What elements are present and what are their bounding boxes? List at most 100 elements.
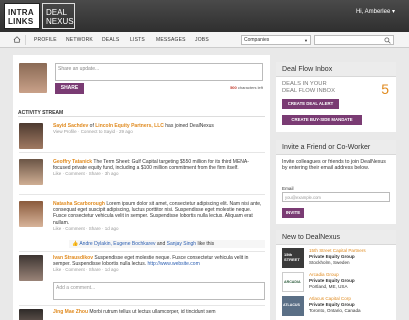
invite-title: Invite a Friend or Co-Worker bbox=[276, 140, 396, 155]
deals-count[interactable]: 5 bbox=[381, 81, 389, 97]
like-link[interactable]: Like bbox=[53, 226, 61, 231]
company-logo: ATLACUS bbox=[282, 296, 304, 316]
company-logo: ARCADIA bbox=[282, 272, 304, 292]
company-type: Private Equity Group bbox=[309, 302, 355, 307]
chevron-down-icon: ▼ bbox=[304, 38, 308, 43]
comment-link[interactable]: Comment bbox=[65, 267, 85, 272]
user-greeting: Hi, Amberlee bbox=[355, 9, 391, 15]
nav-network[interactable]: NETWORK bbox=[66, 37, 93, 43]
activity-author[interactable]: Sayid Sachdev bbox=[53, 123, 88, 129]
divider bbox=[18, 116, 265, 117]
intralinks-logo[interactable]: INTRA LINKS bbox=[4, 3, 40, 29]
company-info: Atlacus Capital Corp Private Equity Grou… bbox=[309, 296, 393, 314]
likes-text: and bbox=[155, 241, 167, 247]
avatar[interactable] bbox=[19, 159, 43, 185]
nav-deals[interactable]: DEALS bbox=[102, 37, 119, 43]
avatar[interactable] bbox=[19, 309, 43, 320]
company-name-link[interactable]: Atlacus Capital Corp bbox=[309, 296, 351, 301]
activity-author[interactable]: Geoffry Tatanick bbox=[53, 159, 92, 165]
activity-meta: Like · Comment · Share · 3h ago bbox=[53, 171, 119, 177]
divider bbox=[19, 152, 265, 153]
company-name-link[interactable]: Arcadia Group bbox=[309, 272, 339, 277]
activity-meta: View Profile · Connect to Sayid · 29 ago bbox=[53, 129, 133, 135]
status-update-placeholder: Share an update... bbox=[58, 66, 100, 72]
activity-author[interactable]: Ivan Strausdikov bbox=[53, 255, 93, 261]
divider bbox=[19, 194, 265, 195]
company-location: Toronto, Ontario, Canada bbox=[309, 308, 361, 313]
activity-body: Jing Mae Zhou Morbi rutrum tellus ut lec… bbox=[53, 309, 265, 315]
company-logo-text: 15th STREET bbox=[284, 252, 300, 262]
top-bar: INTRA LINKS DEAL NEXUS Hi, Amberlee ▾ bbox=[0, 0, 409, 32]
deals-label-line: DEALS IN YOUR bbox=[282, 81, 327, 87]
timestamp: 29 ago bbox=[118, 129, 133, 135]
timestamp: 1d ago bbox=[104, 225, 119, 231]
search-scope-select[interactable]: Companies ▼ bbox=[241, 35, 311, 45]
deals-label-line: DEAL FLOW INBOX bbox=[282, 87, 335, 94]
search-icon[interactable] bbox=[384, 37, 391, 44]
company-logo: 15th STREET bbox=[282, 248, 304, 268]
new-members-title: New to DealNexus bbox=[276, 230, 396, 245]
create-deal-alert-button[interactable]: CREATE DEAL ALERT bbox=[282, 99, 339, 109]
share-link[interactable]: Share bbox=[89, 267, 101, 272]
likers-link[interactable]: Andre Dylakin, Eugene Bochkarev bbox=[79, 241, 155, 247]
activity-meta: Like · Comment · Share · 1d ago bbox=[53, 267, 119, 273]
share-link[interactable]: Share bbox=[89, 171, 101, 176]
deal-flow-title: Deal Flow Inbox bbox=[276, 62, 396, 77]
share-button[interactable]: SHARE bbox=[55, 83, 84, 94]
company-name-link[interactable]: 15th Street Capital Partners bbox=[309, 248, 366, 253]
connect-link[interactable]: Connect to Sayid bbox=[81, 129, 115, 134]
email-field[interactable]: you@example.com bbox=[282, 192, 390, 202]
view-profile-link[interactable]: View Profile bbox=[53, 129, 77, 134]
divider bbox=[19, 251, 265, 252]
search-input[interactable] bbox=[314, 35, 394, 45]
main-column: Share an update... SHARE 500 characters … bbox=[13, 55, 270, 320]
dealnexus-logo[interactable]: DEAL NEXUS bbox=[42, 3, 75, 29]
invite-panel: Invite a Friend or Co-Worker Invite coll… bbox=[276, 140, 396, 224]
nav-divider bbox=[25, 35, 26, 45]
company-location: Stockholm, Sweden bbox=[309, 260, 350, 265]
company-type: Private Equity Group bbox=[309, 254, 355, 259]
activity-text: has joined DealNexus bbox=[163, 123, 214, 129]
avatar bbox=[19, 63, 47, 93]
status-update-input[interactable]: Share an update... bbox=[55, 63, 263, 81]
activity-body: Ivan Strausdikov Suspendisse eget molest… bbox=[53, 255, 265, 274]
likes-summary: 👍 Andre Dylakin, Eugene Bochkarev and Sa… bbox=[69, 240, 265, 248]
activity-author[interactable]: Jing Mae Zhou bbox=[53, 309, 88, 315]
character-count: 500 bbox=[230, 85, 237, 90]
nav-messages[interactable]: MESSAGES bbox=[156, 37, 186, 43]
nav-jobs[interactable]: JOBS bbox=[195, 37, 209, 43]
comment-placeholder: Add a comment... bbox=[56, 285, 96, 291]
invite-button[interactable]: INVITE bbox=[282, 208, 304, 218]
activity-author[interactable]: Natasha Scarborough bbox=[53, 201, 105, 207]
intralinks-logo-text: INTRA LINKS bbox=[8, 8, 34, 26]
external-link[interactable]: http://www.website.com bbox=[148, 261, 200, 267]
avatar[interactable] bbox=[19, 201, 43, 227]
activity-text: Morbi rutrum tellus ut lectus ullamcorpe… bbox=[88, 309, 216, 315]
deal-flow-panel: Deal Flow Inbox DEALS IN YOUR DEAL FLOW … bbox=[276, 62, 396, 132]
comment-input[interactable]: Add a comment... bbox=[53, 282, 265, 300]
activity-meta: Like · Comment · Share · 1d ago bbox=[53, 225, 119, 231]
avatar[interactable] bbox=[19, 255, 43, 281]
share-link[interactable]: Share bbox=[89, 226, 101, 231]
deals-inbox-label: DEALS IN YOUR DEAL FLOW INBOX bbox=[282, 81, 335, 94]
like-link[interactable]: Like bbox=[53, 267, 61, 272]
likers-link[interactable]: Sanjay Singh bbox=[167, 241, 196, 247]
company-link[interactable]: Lincoln Equity Partners, LLC bbox=[95, 123, 164, 129]
user-menu[interactable]: Hi, Amberlee ▾ bbox=[356, 8, 395, 15]
dealnexus-logo-text: DEAL NEXUS bbox=[46, 8, 74, 26]
timestamp: 3h ago bbox=[104, 171, 119, 177]
invite-description: Invite colleagues or friends to join Dea… bbox=[282, 159, 386, 172]
like-link[interactable]: Like bbox=[53, 171, 61, 176]
company-location: Portland, ME, USA bbox=[309, 284, 348, 289]
main-nav: PROFILE NETWORK DEALS LISTS MESSAGES JOB… bbox=[0, 32, 409, 48]
comment-link[interactable]: Comment bbox=[65, 171, 85, 176]
nav-profile[interactable]: PROFILE bbox=[34, 37, 57, 43]
divider bbox=[19, 305, 265, 306]
home-icon[interactable] bbox=[13, 36, 21, 43]
company-logo-text: ARCADIA bbox=[284, 280, 301, 284]
avatar[interactable] bbox=[19, 123, 43, 149]
nav-lists[interactable]: LISTS bbox=[130, 37, 145, 43]
timestamp: 1d ago bbox=[104, 267, 119, 273]
create-buy-side-mandate-button[interactable]: CREATE BUY-SIDE MANDATE bbox=[282, 115, 362, 125]
comment-link[interactable]: Comment bbox=[65, 226, 85, 231]
